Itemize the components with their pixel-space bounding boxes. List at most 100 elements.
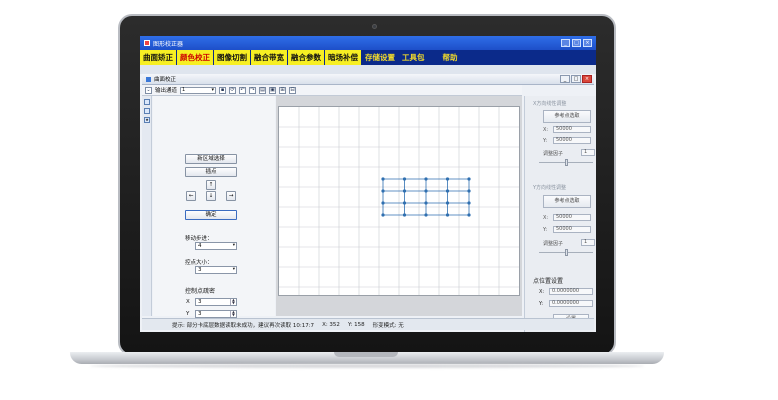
y-ref-point-button[interactable]: 参考点选取	[543, 195, 591, 208]
move-step-select[interactable]: 4 ▾	[195, 242, 237, 250]
main-window-title: 图形校正器	[153, 40, 184, 48]
toolbar: ⌄ 输出通道 1 ▾ ▪ ⟳ ↶ ↷ ▤ ▣ ⊞ ⊟	[142, 85, 522, 96]
menu-item-image-cutting[interactable]: 图像切割	[214, 50, 251, 65]
y-row1-input[interactable]: 50000	[553, 214, 591, 221]
control-point[interactable]	[467, 189, 471, 193]
menu-item-curved-correction[interactable]: 曲面矫正	[140, 50, 177, 65]
control-point[interactable]	[467, 213, 471, 217]
point-position-heading: 点位置设置	[533, 278, 564, 285]
tool-strip: ★	[142, 96, 152, 316]
density-x-stepper[interactable]: 3 ▲ ▼	[195, 298, 237, 306]
minimize-icon[interactable]: _	[561, 39, 570, 47]
rect-tool-icon[interactable]	[144, 108, 150, 114]
x-ref-point-button[interactable]: 参考点选取	[543, 110, 591, 123]
control-point[interactable]	[424, 177, 428, 181]
refresh-icon[interactable]: ⟳	[229, 86, 237, 94]
status-mode: 形变模式: 无	[372, 322, 404, 329]
menu-item-blend-width[interactable]: 融合带宽	[251, 50, 288, 65]
app-icon	[144, 40, 150, 46]
control-point[interactable]	[424, 201, 428, 205]
menu-item-storage-settings[interactable]: 存储设置	[362, 50, 399, 65]
menu-bar: 曲面矫正 颜色校正 图像切割 融合带宽 融合参数 暗场补偿 存储设置 工具包 帮…	[140, 50, 596, 65]
confirm-button[interactable]: 确定	[185, 210, 237, 220]
y-factor-input[interactable]: 1	[581, 239, 595, 246]
control-point[interactable]	[445, 213, 450, 217]
control-point[interactable]	[445, 177, 450, 181]
disk-icon[interactable]: ▣	[269, 86, 277, 94]
main-title-bar: 图形校正器 _ □ ×	[140, 36, 596, 50]
laptop-shadow	[90, 364, 644, 368]
correction-canvas[interactable]	[278, 106, 520, 296]
menu-item-blend-params[interactable]: 融合参数	[288, 50, 325, 65]
star-tool-icon[interactable]: ★	[144, 117, 150, 123]
control-point[interactable]	[381, 177, 385, 181]
control-point[interactable]	[467, 177, 471, 181]
grid-svg[interactable]	[279, 107, 519, 295]
y-row2-input[interactable]: 50000	[553, 226, 591, 233]
grid-tool-icon[interactable]	[144, 99, 150, 105]
control-point[interactable]	[445, 189, 450, 193]
control-point[interactable]	[381, 189, 385, 193]
x-factor-input[interactable]: 1	[581, 149, 595, 156]
control-point[interactable]	[402, 213, 407, 217]
control-point[interactable]	[402, 189, 407, 193]
arrow-up-button[interactable]: ↑	[206, 180, 216, 190]
mdi-area	[140, 65, 596, 74]
menu-item-dark-compensation[interactable]: 暗场补偿	[325, 50, 362, 65]
maximize-icon[interactable]: □	[572, 39, 581, 47]
save-icon[interactable]: ▪	[219, 86, 227, 94]
control-point[interactable]	[424, 213, 428, 217]
output-channel-select[interactable]: 1 ▾	[180, 86, 217, 94]
close-icon[interactable]: ×	[583, 39, 592, 47]
collapse-icon[interactable]: ⌄	[145, 86, 152, 94]
menu-item-toolkit[interactable]: 工具包	[399, 50, 429, 65]
pos-x-input[interactable]: 0.0000000	[549, 288, 593, 295]
status-x: X: 352	[322, 321, 340, 328]
control-point[interactable]	[402, 177, 407, 181]
x-row2-input[interactable]: 50000	[553, 137, 591, 144]
control-point[interactable]	[381, 213, 385, 217]
control-point[interactable]	[381, 201, 385, 205]
x-factor-label: 调整因子	[543, 151, 564, 157]
density-y-label: Y	[186, 311, 190, 317]
control-point[interactable]	[402, 201, 407, 205]
control-point[interactable]	[467, 201, 471, 205]
zoom-out-icon[interactable]: ⊟	[289, 86, 297, 94]
laptop-notch	[334, 352, 398, 357]
x-factor-slider[interactable]	[539, 159, 593, 166]
region-select-button[interactable]: 新区域选择	[185, 154, 237, 164]
control-point[interactable]	[445, 201, 450, 205]
density-y-stepper[interactable]: 3 ▲ ▼	[195, 310, 237, 318]
point-size-label: 控点大小：	[185, 260, 213, 266]
window-controls: _ □ ×	[561, 39, 592, 47]
open-icon[interactable]: ▤	[259, 86, 267, 94]
y-factor-slider[interactable]	[539, 249, 593, 256]
status-message: 提示: 部分卡底层数据读取未成功，建议再次读取 10:17:7	[172, 322, 315, 329]
child-minimize-icon[interactable]: _	[560, 75, 570, 83]
undo-icon[interactable]: ↶	[239, 86, 247, 94]
pos-y-label: Y:	[539, 301, 544, 307]
redo-icon[interactable]: ↷	[249, 86, 257, 94]
child-restore-icon[interactable]: □	[571, 75, 581, 83]
adjust-panel: X方向线性调整 参考点选取 X: 50000 Y: 50000 调整因子 1 Y…	[524, 96, 596, 332]
x-row2-label: Y:	[543, 138, 548, 144]
y-factor-label: 调整因子	[543, 241, 564, 247]
control-point[interactable]	[424, 189, 428, 193]
menu-item-help[interactable]: 帮助	[428, 50, 473, 65]
arrow-right-button[interactable]: →	[226, 191, 236, 201]
x-slider-knob[interactable]	[565, 159, 568, 166]
y-row2-label: Y:	[543, 227, 548, 233]
y-slider-knob[interactable]	[565, 249, 568, 256]
status-bar: 提示: 部分卡底层数据读取未成功，建议再次读取 10:17:7 X: 352 Y…	[142, 318, 594, 330]
arrow-down-button[interactable]: ↓	[206, 191, 216, 201]
insert-point-button[interactable]: 插点	[185, 167, 237, 177]
x-row1-label: X:	[543, 127, 549, 133]
child-close-icon[interactable]: ×	[582, 75, 592, 83]
arrow-left-button[interactable]: ←	[186, 191, 196, 201]
child-window-title: 曲面校正	[154, 77, 177, 83]
point-size-select[interactable]: 3 ▾	[195, 266, 237, 274]
x-row1-input[interactable]: 50000	[553, 126, 591, 133]
zoom-in-icon[interactable]: ⊞	[279, 86, 287, 94]
menu-item-color-correction[interactable]: 颜色校正	[177, 50, 214, 65]
pos-y-input[interactable]: 0.0000000	[549, 300, 593, 307]
